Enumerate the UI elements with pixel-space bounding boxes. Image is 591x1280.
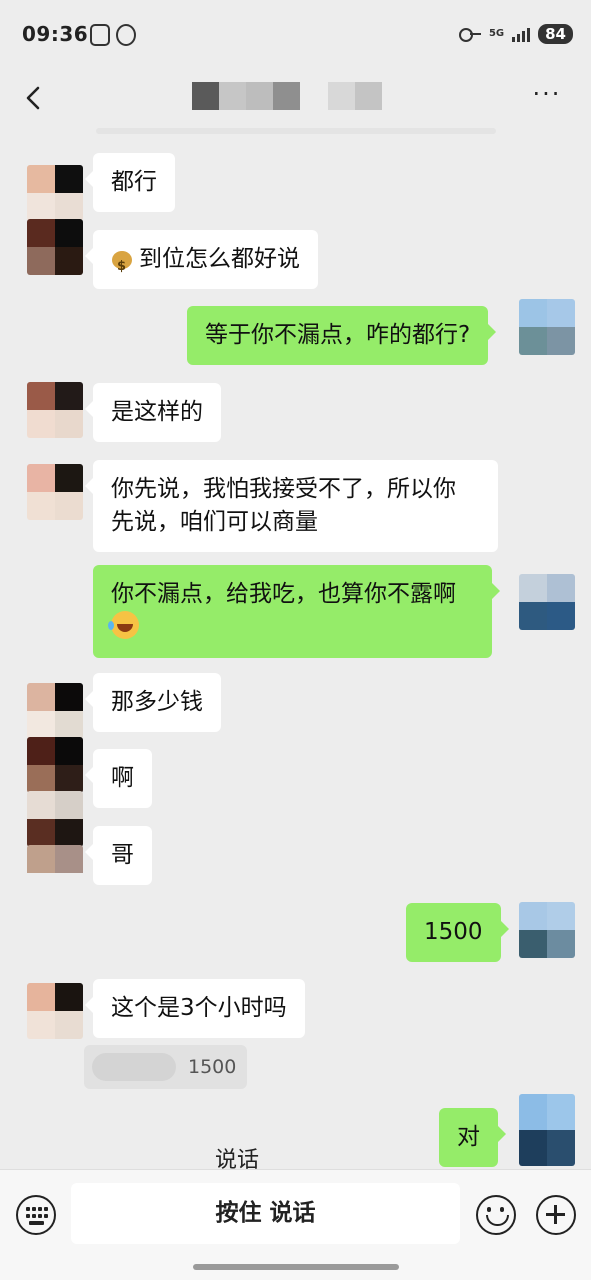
status-bar: 09:36 5G 84: [0, 0, 591, 70]
more-options-button[interactable]: ···: [527, 82, 567, 110]
previous-message-edge: [96, 128, 496, 134]
message-bubble[interactable]: 哥: [85, 826, 152, 885]
plus-icon[interactable]: [536, 1195, 576, 1235]
message-bubble[interactable]: 是这样的: [85, 383, 221, 442]
back-button[interactable]: [18, 78, 54, 118]
smile-icon[interactable]: [476, 1195, 516, 1235]
avatar[interactable]: [27, 219, 83, 275]
avatar[interactable]: [27, 683, 83, 739]
chat-title-redacted-2: [328, 82, 382, 110]
avatar[interactable]: [27, 737, 83, 793]
screenshot-icon: [90, 24, 110, 46]
status-time: 09:36: [22, 22, 89, 46]
message-bubble[interactable]: 等于你不漏点，咋的都行?: [187, 306, 497, 365]
home-indicator[interactable]: [193, 1264, 399, 1270]
status-left-icons: [90, 24, 136, 46]
message-bubble[interactable]: 你先说，我怕我接受不了，所以你 先说，咱们可以商量: [85, 460, 498, 552]
avatar[interactable]: [27, 983, 83, 1039]
hold-to-talk-button[interactable]: 按住 说话: [71, 1183, 460, 1244]
chevron-left-icon: [26, 86, 40, 110]
avatar[interactable]: [27, 382, 83, 438]
my-avatar[interactable]: [519, 1094, 575, 1166]
message-bubble[interactable]: 到位怎么都好说: [85, 230, 318, 289]
message-bubble[interactable]: 啊: [85, 749, 152, 808]
quoted-message[interactable]: 1500: [84, 1045, 247, 1089]
laughing-crying-emoji-icon: [108, 611, 139, 639]
my-avatar[interactable]: [519, 299, 575, 355]
status-right: 5G 84: [458, 24, 573, 44]
message-bubble[interactable]: 这个是3个小时吗: [85, 979, 305, 1038]
app-notification-icon: [116, 24, 136, 46]
message-bubble[interactable]: 对: [439, 1108, 506, 1167]
key-icon: [458, 28, 481, 42]
my-avatar[interactable]: [519, 574, 575, 630]
keyboard-icon[interactable]: [16, 1195, 56, 1235]
my-avatar[interactable]: [519, 902, 575, 958]
chat-title-redacted: [192, 82, 300, 110]
battery-level: 84: [538, 24, 573, 44]
avatar[interactable]: [27, 845, 83, 901]
chat-header: ···: [0, 70, 591, 132]
message-bubble[interactable]: 那多少钱: [85, 673, 221, 732]
message-bubble[interactable]: 你不漏点，给我吃，也算你不露啊: [93, 565, 500, 658]
avatar[interactable]: [27, 791, 83, 847]
message-bubble[interactable]: 都行: [85, 153, 175, 212]
avatar[interactable]: [27, 165, 83, 221]
signal-icon: [512, 26, 531, 42]
money-bag-icon: [111, 245, 133, 283]
input-bar: 按住 说话: [0, 1169, 591, 1280]
network-type: 5G: [488, 28, 505, 39]
message-bubble[interactable]: 1500: [406, 903, 509, 962]
quote-sender-redacted: [92, 1053, 176, 1081]
avatar[interactable]: [27, 464, 83, 520]
